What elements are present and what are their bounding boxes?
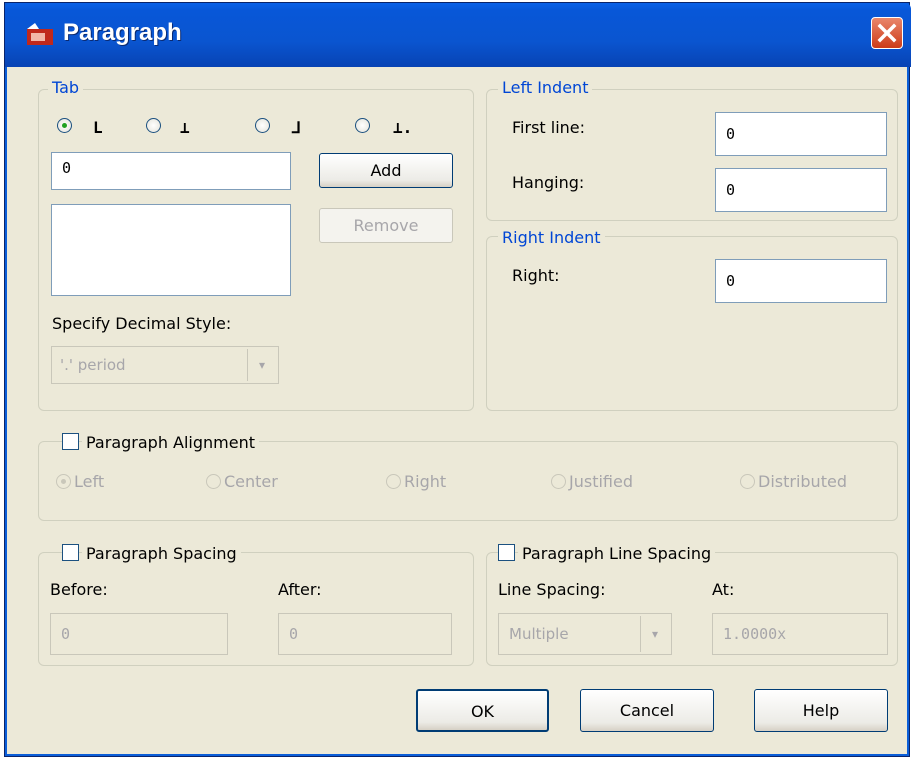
right-label: Right: xyxy=(512,266,560,285)
decimal-style-label: Specify Decimal Style: xyxy=(52,314,232,333)
line-spacing-group-label: Paragraph Line Spacing xyxy=(518,544,716,563)
alignment-label: Paragraph Alignment xyxy=(82,433,260,452)
remove-button[interactable]: Remove xyxy=(319,208,453,243)
at-input[interactable]: 1.0000x xyxy=(712,613,888,655)
app-icon xyxy=(27,23,53,45)
right-input[interactable]: 0 xyxy=(715,259,887,303)
add-button[interactable]: Add xyxy=(319,153,453,188)
close-button[interactable] xyxy=(871,17,903,49)
before-label: Before: xyxy=(50,580,108,599)
first-line-label: First line: xyxy=(512,118,586,137)
decimal-style-value: '.' period xyxy=(60,356,126,374)
align-center-radio[interactable] xyxy=(206,474,221,489)
ok-button[interactable]: OK xyxy=(416,689,549,732)
line-spacing-label: Line Spacing: xyxy=(498,580,606,599)
align-right-label: Right xyxy=(404,472,447,491)
chevron-down-icon[interactable]: ▾ xyxy=(640,616,669,652)
window-title: Paragraph xyxy=(63,19,182,46)
tab-right-icon: ⅃ xyxy=(292,118,301,137)
chevron-down-icon[interactable]: ▾ xyxy=(247,349,276,381)
right-indent-label: Right Indent xyxy=(498,228,605,247)
at-label: At: xyxy=(712,580,735,599)
line-spacing-checkbox[interactable] xyxy=(498,544,515,561)
alignment-checkbox[interactable] xyxy=(62,433,79,450)
align-distributed-radio[interactable] xyxy=(740,474,755,489)
cancel-button[interactable]: Cancel xyxy=(580,689,714,732)
align-distributed-label: Distributed xyxy=(758,472,847,491)
first-line-input[interactable]: 0 xyxy=(715,112,887,156)
close-icon xyxy=(877,23,897,43)
tab-left-radio[interactable] xyxy=(57,118,72,133)
after-input[interactable]: 0 xyxy=(278,613,452,655)
spacing-checkbox[interactable] xyxy=(62,544,79,561)
hanging-label: Hanging: xyxy=(512,173,585,192)
tab-center-icon: ⊥ xyxy=(180,118,190,137)
hanging-input[interactable]: 0 xyxy=(715,168,887,212)
align-center-label: Center xyxy=(224,472,278,491)
tab-position-input[interactable]: 0 xyxy=(51,152,291,190)
align-justified-radio[interactable] xyxy=(551,474,566,489)
left-indent-label: Left Indent xyxy=(498,78,593,97)
help-button[interactable]: Help xyxy=(754,689,888,732)
title-bar[interactable]: Paragraph xyxy=(5,3,911,67)
align-left-label: Left xyxy=(74,472,105,491)
align-right-radio[interactable] xyxy=(386,474,401,489)
line-spacing-value: Multiple xyxy=(509,625,569,643)
align-justified-label: Justified xyxy=(569,472,633,491)
decimal-style-dropdown[interactable]: '.' period ▾ xyxy=(51,346,279,384)
tab-decimal-radio[interactable] xyxy=(355,118,370,133)
align-left-radio[interactable] xyxy=(56,474,71,489)
before-input[interactable]: 0 xyxy=(50,613,228,655)
tab-stops-list[interactable] xyxy=(51,204,291,296)
spacing-label: Paragraph Spacing xyxy=(82,544,241,563)
tab-decimal-icon: ⊥. xyxy=(393,118,413,137)
tab-group-label: Tab xyxy=(48,78,84,97)
tab-center-radio[interactable] xyxy=(146,118,161,133)
tab-right-radio[interactable] xyxy=(255,118,270,133)
tab-left-icon: L xyxy=(93,118,103,137)
after-label: After: xyxy=(278,580,322,599)
line-spacing-dropdown[interactable]: Multiple ▾ xyxy=(498,613,672,655)
